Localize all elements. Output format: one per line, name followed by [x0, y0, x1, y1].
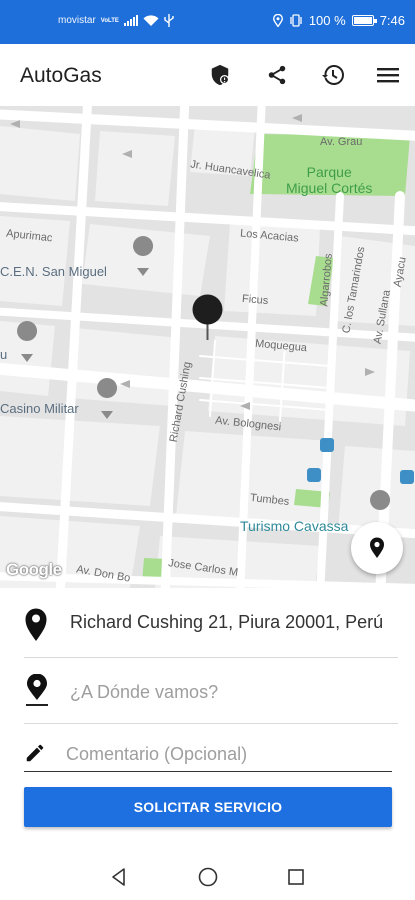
vibrate-icon	[289, 14, 303, 27]
signal-icon	[123, 15, 138, 26]
carrier-label: movistar	[58, 15, 96, 26]
pencil-icon	[24, 742, 46, 769]
origin-pin-icon	[24, 606, 48, 647]
status-left: movistar VoLTE	[58, 14, 174, 27]
comment-input[interactable]	[66, 740, 376, 768]
home-icon[interactable]	[195, 864, 221, 890]
map-view[interactable]: Av. Grau Jr. Huancavelica Apurimac Los A…	[0, 106, 415, 588]
destination-input[interactable]	[70, 677, 390, 707]
request-service-button[interactable]: SOLICITAR SERVICIO	[24, 787, 392, 827]
back-icon[interactable]	[106, 864, 132, 890]
street-label: Av. Grau	[320, 136, 363, 148]
street-label: Ficus	[241, 292, 269, 308]
share-icon[interactable]	[262, 60, 292, 90]
request-form: Richard Cushing 21, Piura 20001, Perú SO…	[0, 588, 415, 852]
destination-icon-underline	[26, 704, 48, 706]
poi-label: u	[0, 347, 8, 362]
app-bar: AutoGas	[0, 44, 415, 106]
recents-icon[interactable]	[283, 864, 309, 890]
usb-icon	[164, 14, 174, 27]
origin-row[interactable]: Richard Cushing 21, Piura 20001, Perú	[24, 606, 398, 658]
app-title: AutoGas	[20, 64, 102, 87]
battery-percent: 100 %	[308, 13, 346, 28]
menu-icon[interactable]	[373, 60, 403, 90]
shield-icon[interactable]	[205, 60, 235, 90]
system-nav-bar	[0, 852, 415, 900]
comment-row[interactable]	[24, 738, 392, 772]
status-right: 100 % 7:46	[272, 13, 405, 28]
battery-icon	[351, 15, 377, 26]
status-bar: movistar VoLTE 100 % 7:46	[0, 0, 415, 44]
history-icon[interactable]	[318, 60, 348, 90]
destination-row[interactable]	[24, 673, 398, 724]
poi-label: C.E.N. San Miguel	[0, 264, 107, 279]
poi-label: Turismo Cavassa	[240, 518, 349, 534]
location-pin-icon	[370, 537, 384, 558]
park-label: Parque Miguel Cortés	[286, 164, 373, 196]
wifi-icon	[143, 14, 159, 27]
google-logo: Google	[6, 560, 62, 579]
location-icon	[272, 14, 283, 27]
clock: 7:46	[379, 13, 405, 28]
volte-badge: VoLTE	[100, 17, 119, 24]
my-location-button[interactable]	[351, 522, 403, 574]
origin-address: Richard Cushing 21, Piura 20001, Perú	[70, 612, 384, 632]
center-pin-icon	[192, 294, 223, 340]
poi-label: Casino Militar	[0, 401, 79, 416]
